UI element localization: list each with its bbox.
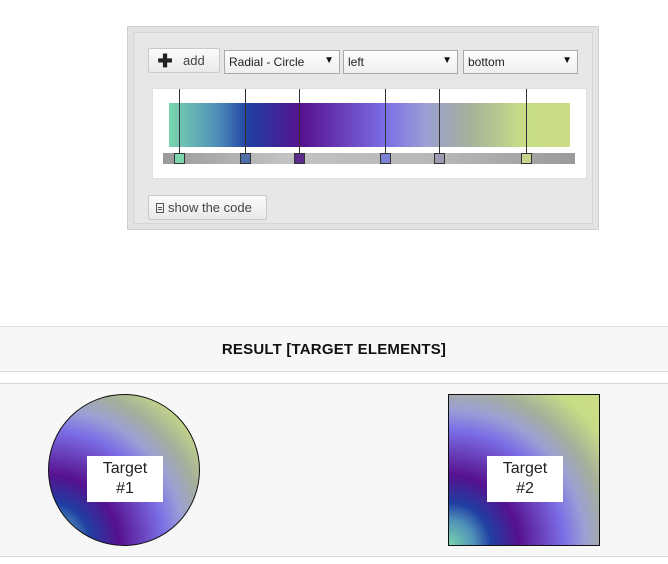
result-title: RESULT [TARGET ELEMENTS] [221,340,447,358]
target-circle: Target #1 [48,394,200,546]
stop-track[interactable] [163,153,575,164]
gradient-type-value: Radial - Circle [229,55,305,69]
stop-line [439,89,440,156]
gradient-stop-handle[interactable] [294,153,305,164]
chevron-down-icon: ▼ [442,55,452,66]
result-area: Target #1 Target #2 [0,383,668,557]
gradient-editor-panel: ✚ add Radial - Circle ▼ left ▼ bottom ▼ … [127,26,599,230]
chevron-down-icon: ▼ [324,55,334,66]
stop-line [179,89,180,156]
stop-line [299,89,300,156]
gradient-stop-handle[interactable] [521,153,532,164]
chevron-down-icon: ▼ [562,55,572,66]
plus-icon: ✚ [157,50,173,71]
gradient-preview-bar[interactable] [169,103,570,147]
horizontal-position-select[interactable]: left ▼ [343,50,458,74]
horizontal-position-value: left [348,55,365,69]
vertical-position-value: bottom [468,55,505,69]
show-code-label: show the code [168,200,252,215]
gradient-stop-handle[interactable] [380,153,391,164]
show-code-button[interactable]: show the code [148,195,267,220]
gradient-type-select[interactable]: Radial - Circle ▼ [224,50,340,74]
gradient-stop-handle[interactable] [174,153,185,164]
target-square: Target #2 [448,394,600,546]
target-label: Target #1 [87,456,163,502]
document-icon [156,202,164,213]
gradient-stop-editor [152,88,587,179]
add-stop-button[interactable]: ✚ add [148,48,220,73]
stop-line [385,89,386,156]
gradient-stop-handle[interactable] [434,153,445,164]
vertical-position-select[interactable]: bottom ▼ [463,50,578,74]
target-label: Target #2 [487,456,563,502]
result-header: RESULT [TARGET ELEMENTS] [0,326,668,372]
add-button-label: add [183,53,205,68]
stop-line [526,89,527,156]
stop-line [245,89,246,156]
gradient-editor-inner: ✚ add Radial - Circle ▼ left ▼ bottom ▼ … [133,32,593,224]
gradient-stop-handle[interactable] [240,153,251,164]
